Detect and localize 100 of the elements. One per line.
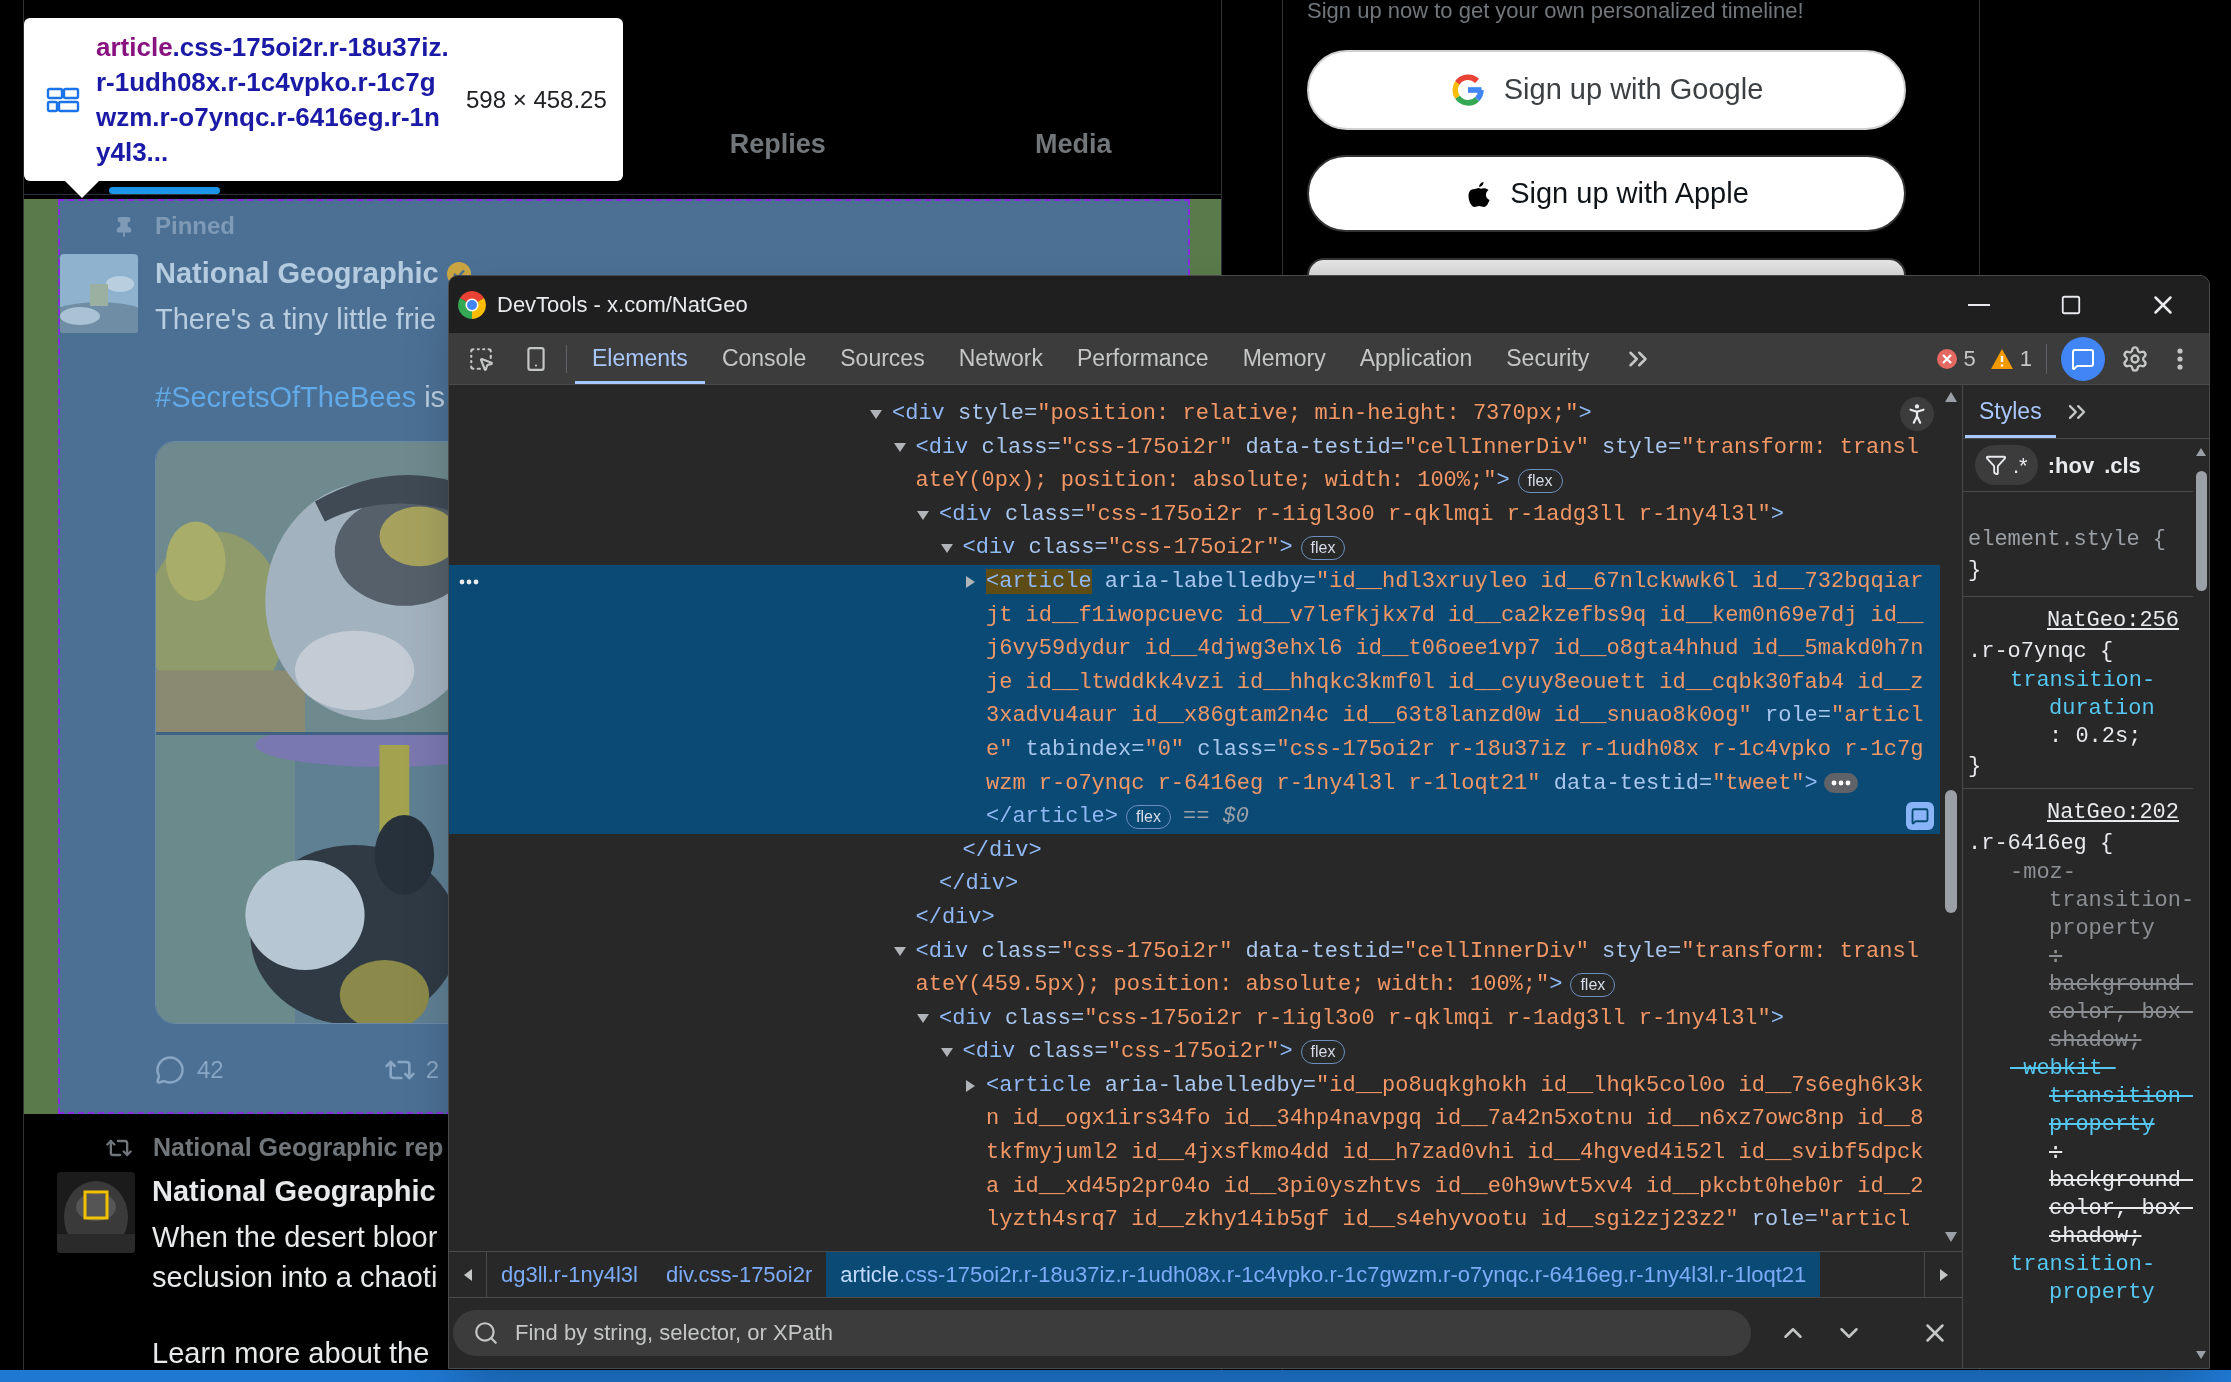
layout-icon xyxy=(46,86,80,113)
filter-icon xyxy=(1985,454,2007,476)
feed-tab[interactable]: Media xyxy=(925,94,1221,194)
browser-logo-icon xyxy=(457,289,487,320)
css-declaration: -moz-transition-property : background-color, box-shadow; xyxy=(2009,859,2193,1055)
signup-button[interactable] xyxy=(1307,258,1906,275)
devtools-tab[interactable]: Network xyxy=(941,333,1060,384)
code-text: a id__xd45p2pr04o id__3pi0yszhtvs id__e0h9wvt5xv4 id__pkcbt0heb0r id__2 xyxy=(986,1172,1924,1201)
devtools-tab[interactable]: Console xyxy=(704,333,824,384)
code-text: </div> xyxy=(915,903,995,932)
devtools-tab[interactable]: Performance xyxy=(1060,333,1226,384)
hover-state-toggle[interactable]: :hov xyxy=(2047,448,2095,482)
dom-node[interactable]: <div style="position: relative; min-height: 7370px;"> xyxy=(449,397,1940,431)
dom-node[interactable]: <div class="css-175oi2r" data-testid="cellInnerDiv" style="transform: translateY(0px); position: absolute; width: 100%;"> flex xyxy=(449,430,1940,498)
collapse-triangle-icon[interactable] xyxy=(940,542,953,555)
dom-node[interactable] xyxy=(449,564,1940,834)
expand-triangle-icon[interactable] xyxy=(964,1079,976,1092)
scroll-up-icon[interactable] xyxy=(1944,391,1958,403)
collapse-triangle-icon[interactable] xyxy=(893,945,906,958)
post-text: seclusion into a chaoti xyxy=(152,1260,438,1295)
css-declaration: -webkit-transition-property : background-color, box-shadow; xyxy=(2009,1055,2193,1251)
author-name: National Geographic xyxy=(152,1174,436,1209)
code-text: <div style="position: relative; min-height: 7370px;"> xyxy=(892,400,1592,428)
code-text: <article aria-labelledby="id__po8uqkghokh id__lhqk5col0o id__7s6egh6k3k xyxy=(986,1071,1924,1100)
collapse-triangle-icon[interactable] xyxy=(940,1046,953,1059)
code-text: <article aria-labelledby="id__hdl3xruyleo id__67nlckwwk6l id__732bqqiar xyxy=(986,567,1924,596)
code-text: tkfmyjuml2 id__4jxsfkmo4dd id__h7zad0vhi id__4hgved4i52l id__svibf5dpck xyxy=(986,1139,1924,1168)
collapse-triangle-icon[interactable] xyxy=(917,1012,929,1025)
post-text: Learn more about the xyxy=(152,1336,430,1370)
code-text: </article> xyxy=(986,803,1119,832)
devtools-tab[interactable]: Security xyxy=(1489,333,1607,384)
dom-node[interactable]: <div class="css-175oi2r r-1igl3o0 r-qklmqi r-1adg3ll r-1ny4l3l"> xyxy=(449,497,1940,532)
chat-icon xyxy=(1911,806,1929,825)
signup-prompt: Sign up now to get your own personalized timeline! xyxy=(1307,0,1804,22)
scroll-down-icon[interactable] xyxy=(1944,1231,1958,1243)
feed-tab[interactable]: Replies xyxy=(630,94,926,194)
code-text: 3xadvu4aur id__x86gtam2n4c id__63t8lanzd0w id__snuao8k0og" role="articl xyxy=(986,702,1924,731)
element-selector: article.css-175oi2r.r-18u37iz.r-1udh08x.r-1c4vpko.r-1c7gwzm.r-o7ynqc.r-6416eg.r-1ny4l3... xyxy=(96,30,450,169)
breadcrumb[interactable]: div.css-175oi2r xyxy=(651,1252,827,1297)
breadcrumb[interactable]: dg3ll.r-1ny4l3l xyxy=(487,1252,652,1297)
code-text: <div class="css-175oi2r" data-testid="cellInnerDiv" style="transform: transl xyxy=(915,433,1919,462)
code-text: </div> xyxy=(962,836,1042,865)
warning-icon xyxy=(1989,347,2014,370)
author-name: National Geographic xyxy=(155,256,439,292)
g-logo-icon xyxy=(1449,72,1486,108)
google-signup-button[interactable]: Sign up with Google xyxy=(1307,50,1906,130)
expand-triangle-icon[interactable] xyxy=(964,575,976,588)
kebab-menu-icon xyxy=(2177,347,2183,370)
dom-node[interactable]: <div class="css-175oi2r r-1igl3o0 r-qklmqi r-1adg3ll r-1ny4l3l"> xyxy=(449,1001,1940,1036)
code-text: <div class="css-175oi2r r-1igl3o0 r-qklmqi r-1adg3ll r-1ny4l3l"> xyxy=(939,1004,1784,1033)
window-title: DevTools - x.com/NatGeo xyxy=(497,291,748,319)
css-brace: } xyxy=(1967,753,1983,781)
post-text: When the desert bloor xyxy=(152,1220,438,1255)
scrollbar-thumb[interactable] xyxy=(1945,790,1957,913)
code-text: n id__ogx1irs34fo id__34hp4navpgq id__7a42n5xotnu id__n6xz7owc8np id__8 xyxy=(986,1105,1924,1134)
scroll-down-icon[interactable] xyxy=(2195,1350,2207,1360)
regex-label: .* xyxy=(2013,451,2028,480)
code-text: <div class="css-175oi2r" data-testid="cellInnerDiv" style="transform: transl xyxy=(915,937,1919,966)
source-link[interactable]: NatGeo:256 xyxy=(2046,605,2179,636)
breadcrumb[interactable]: article.css-175oi2r.r-18u37iz.r-1udh08x.r-1c4vpko.r-1c7gwzm.r-o7ynqc.r-6416eg.r-1ny4l3l.r-1loqt21 xyxy=(826,1252,1821,1297)
scroll-up-icon[interactable] xyxy=(2195,447,2207,457)
code-text: <div class="css-175oi2r"> xyxy=(962,1038,1293,1067)
repost-count: 2 xyxy=(425,1055,440,1085)
inspect-icon xyxy=(468,345,494,372)
settings-icon xyxy=(2121,344,2149,373)
code-text: ateY(0px); position: absolute; width: 100%;"> xyxy=(915,467,1510,496)
chat-icon xyxy=(2071,346,2095,371)
css-brace: } xyxy=(1967,557,1983,585)
styles-tab[interactable]: Styles xyxy=(1965,388,2056,438)
code-text: </div> xyxy=(939,870,1019,899)
devtools-tab[interactable]: Application xyxy=(1342,333,1490,384)
collapse-triangle-icon[interactable] xyxy=(870,407,882,420)
dom-node[interactable]: <div class="css-175oi2r"> flex xyxy=(449,1035,1940,1069)
element-size: 598 × 458.25 xyxy=(466,84,607,115)
apple-signup-button[interactable]: Sign up with Apple xyxy=(1307,155,1906,232)
collapse-triangle-icon[interactable] xyxy=(917,508,929,521)
code-text: je id__ltwddkk4vzi id__hhqkc3kmf0l id__cyuy8eouett id__cqbk30fab4 id__z xyxy=(986,668,1924,697)
css-selector: .r-o7ynqc { xyxy=(1967,638,2115,666)
dom-node[interactable]: <div class="css-175oi2r"> flex xyxy=(449,531,1940,565)
code-text: <div class="css-175oi2r"> xyxy=(962,534,1293,563)
dom-node[interactable]: <div class="css-175oi2r" data-testid="cellInnerDiv" style="transform: translateY(459.5px); position: absolute; width: 100%;"> flex xyxy=(449,934,1940,1002)
maximize-icon xyxy=(2060,293,2082,316)
devtools-tab[interactable]: Memory xyxy=(1225,333,1343,384)
filter-toggle[interactable]: .* xyxy=(1975,445,2038,485)
source-link[interactable]: NatGeo:202 xyxy=(2046,797,2179,828)
css-declaration: transition-duration : 0.2s; xyxy=(2009,667,2157,751)
accessibility-button[interactable] xyxy=(1900,397,1934,431)
class-toggle[interactable]: .cls xyxy=(2104,448,2141,482)
css-declaration: transition-property xyxy=(2009,1251,2157,1307)
devtools-tab[interactable]: Sources xyxy=(823,333,942,384)
assistant-button[interactable] xyxy=(2061,336,2105,381)
devtools-tab[interactable]: Elements xyxy=(575,333,705,384)
find-field[interactable]: Find by string, selector, or XPath xyxy=(453,1310,1751,1356)
more-icon[interactable] xyxy=(459,578,479,585)
css-selector: element.style { xyxy=(1967,526,2168,554)
ellipsis-icon[interactable] xyxy=(1823,773,1858,794)
search-icon xyxy=(473,1320,499,1346)
scrollbar-thumb[interactable] xyxy=(2195,471,2207,591)
collapse-triangle-icon[interactable] xyxy=(893,441,906,454)
error-count: 5 xyxy=(1963,345,1976,373)
